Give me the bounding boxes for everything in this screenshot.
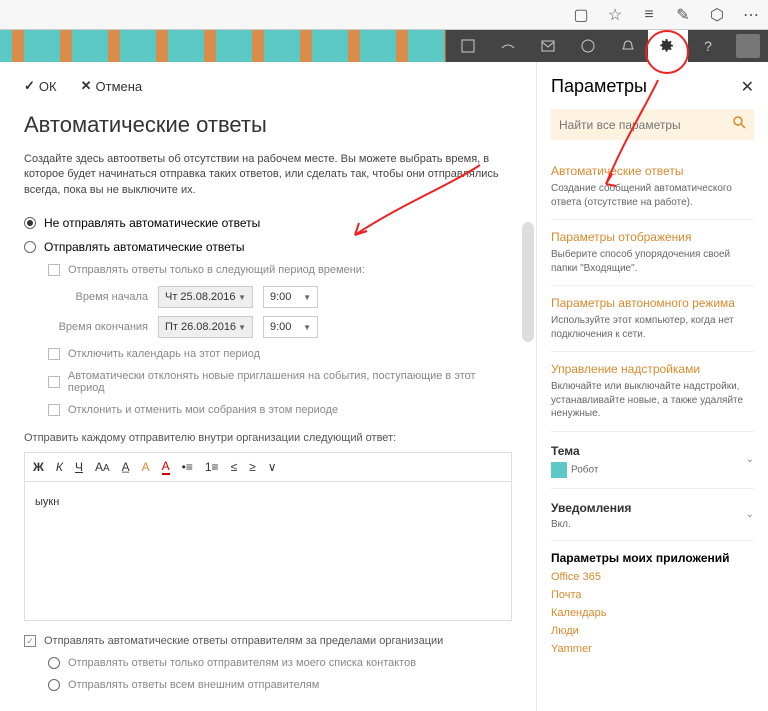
font-family-button[interactable]: A̲ [122,460,130,474]
internal-reply-editor[interactable]: ыукн [24,481,512,621]
checkbox-cancel-meetings-label: Отклонить и отменить мои собрания в этом… [68,404,338,416]
app-link-office365[interactable]: Office 365 [551,571,754,583]
app-header: ? [0,30,768,62]
theme-thumbnail-icon [551,462,567,478]
notifications-value: Вкл. [551,519,631,530]
page-title: Автоматические ответы [24,112,512,138]
close-panel-button[interactable]: ✕ [741,77,754,97]
app-icon-outlook[interactable] [528,30,568,62]
app-link-people[interactable]: Люди [551,625,754,637]
bell-icon[interactable] [608,30,648,62]
setting-addins-desc: Включайте или выключайте надстройки, уст… [551,380,754,421]
radio-send[interactable] [24,241,36,253]
more-icon[interactable]: ⋯ [742,6,760,24]
check-icon: ✓ [24,78,35,94]
theme-label: Тема [551,444,580,458]
help-icon[interactable]: ? [688,30,728,62]
app-icon-skype[interactable] [568,30,608,62]
chevron-down-icon: ⌄ [746,454,754,465]
close-icon: ✕ [81,78,92,94]
highlight-button[interactable]: A [142,460,150,474]
number-list-button[interactable]: 1≡ [205,460,219,474]
share-icon[interactable]: ⬡ [708,6,726,24]
bullet-list-button[interactable]: •≡ [182,460,193,474]
checkbox-block-calendar[interactable] [48,348,60,360]
notifications-row[interactable]: Уведомления Вкл. ⌄ [551,489,754,541]
browser-toolbar: ▢ ☆ ≡ ✎ ⬡ ⋯ [0,0,768,30]
my-apps-header: Параметры моих приложений [551,551,754,565]
setting-display[interactable]: Параметры отображения [551,230,754,244]
panel-title: Параметры [551,76,647,97]
search-icon[interactable] [732,115,746,134]
checkbox-cancel-meetings[interactable] [48,404,60,416]
checkbox-external-senders[interactable] [24,635,36,647]
setting-auto-replies-desc: Создание сообщений автоматического ответ… [551,182,754,209]
reading-view-icon[interactable]: ▢ [572,6,590,24]
toolbar-more-button[interactable]: ∨ [268,460,277,474]
checkbox-decline-new-label: Автоматически отклонять новые приглашени… [68,370,512,394]
radio-dont-send[interactable] [24,217,36,229]
checkbox-period-label: Отправлять ответы только в следующий пер… [68,264,365,276]
end-date-picker[interactable]: Пт 26.08.2016▼ [158,316,253,338]
radio-send-label: Отправлять автоматические ответы [44,240,244,254]
settings-search[interactable] [551,109,754,140]
app-link-mail[interactable]: Почта [551,589,754,601]
radio-all-external[interactable] [48,679,60,691]
page-description: Создайте здесь автоответы об отсутствии … [24,152,512,198]
radio-dont-send-label: Не отправлять автоматические ответы [44,216,260,230]
setting-offline[interactable]: Параметры автономного режима [551,296,754,310]
indent-button[interactable]: ≥ [249,460,256,474]
editor-toolbar: Ж К Ч AA A̲ A A •≡ 1≡ ≤ ≥ ∨ [24,452,512,481]
setting-offline-desc: Используйте этот компьютер, когда нет по… [551,314,754,341]
font-color-button[interactable]: A [162,459,170,475]
annotate-icon[interactable]: ✎ [674,6,692,24]
gear-icon[interactable] [648,30,688,62]
settings-panel: Параметры ✕ Автоматические ответы Создан… [536,62,768,711]
cancel-button[interactable]: ✕Отмена [81,78,143,94]
checkbox-period[interactable] [48,264,60,276]
setting-display-desc: Выберите способ упорядочения своей папки… [551,248,754,275]
scrollbar[interactable] [522,222,534,342]
radio-all-external-label: Отправлять ответы всем внешним отправите… [68,679,319,691]
checkbox-external-senders-label: Отправлять автоматические ответы отправи… [44,635,443,647]
favorite-icon[interactable]: ☆ [606,6,624,24]
notifications-label: Уведомления [551,501,631,515]
theme-value: Робот [571,464,598,475]
bold-button[interactable]: Ж [33,460,44,474]
chevron-down-icon: ▼ [238,323,246,332]
hub-icon[interactable]: ≡ [640,6,658,24]
search-input[interactable] [559,118,732,132]
app-link-yammer[interactable]: Yammer [551,643,754,655]
internal-reply-label: Отправить каждому отправителю внутри орг… [24,432,512,444]
profile-avatar[interactable] [728,30,768,62]
font-size-button[interactable]: AA [95,460,110,474]
start-time-picker[interactable]: 9:00▼ [263,286,318,308]
setting-auto-replies[interactable]: Автоматические ответы [551,164,754,178]
app-icon-1[interactable] [448,30,488,62]
underline-button[interactable]: Ч [75,460,83,474]
app-link-calendar[interactable]: Календарь [551,607,754,619]
italic-button[interactable]: К [56,460,63,474]
app-icon-2[interactable] [488,30,528,62]
app-launcher-icons: ? [448,30,768,62]
outdent-button[interactable]: ≤ [231,460,238,474]
theme-banner [0,30,445,62]
chevron-down-icon: ▼ [303,323,311,332]
checkbox-decline-new[interactable] [48,376,60,388]
automatic-replies-pane: ✓ОК ✕Отмена Автоматические ответы Создай… [0,62,536,711]
radio-contacts-only-label: Отправлять ответы только отправителям из… [68,657,416,669]
end-label: Время окончания [48,321,148,333]
start-label: Время начала [48,291,148,303]
ok-button[interactable]: ✓ОК [24,78,57,94]
chevron-down-icon: ⌄ [746,509,754,520]
chevron-down-icon: ▼ [238,293,246,302]
chevron-down-icon: ▼ [303,293,311,302]
start-date-picker[interactable]: Чт 25.08.2016▼ [158,286,253,308]
theme-row[interactable]: Тема Робот ⌄ [551,432,754,489]
end-time-picker[interactable]: 9:00▼ [263,316,318,338]
setting-addins[interactable]: Управление надстройками [551,362,754,376]
radio-contacts-only[interactable] [48,657,60,669]
checkbox-block-calendar-label: Отключить календарь на этот период [68,348,260,360]
